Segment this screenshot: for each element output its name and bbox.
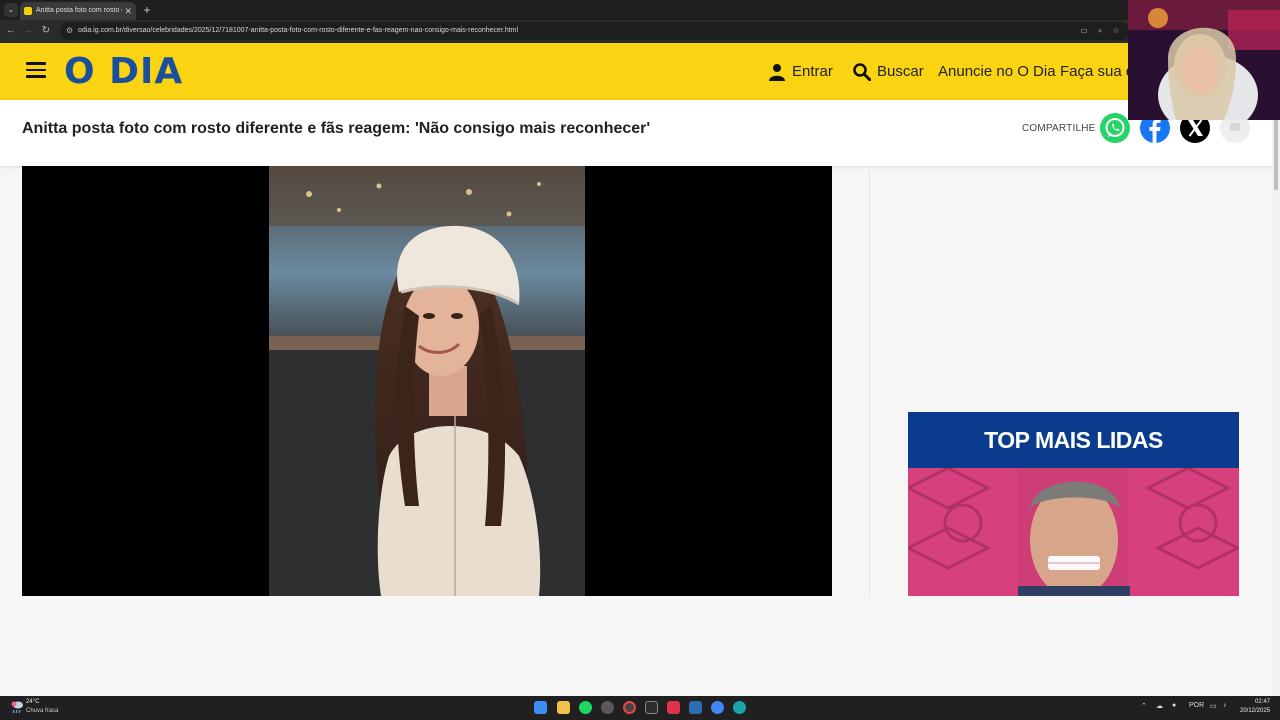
chrome-icon[interactable]: [711, 701, 724, 714]
site-info-icon[interactable]: ⚙: [66, 26, 76, 36]
login-link[interactable]: Entrar: [768, 43, 833, 100]
steam-icon[interactable]: [689, 701, 702, 714]
user-icon: [769, 64, 785, 82]
top-read-title: TOP MAIS LIDAS: [908, 412, 1239, 468]
share-label: COMPARTILHE: [1022, 123, 1096, 134]
app-arrow-icon[interactable]: [645, 701, 658, 714]
weather-temperature: 24°C: [26, 699, 40, 705]
tray-language[interactable]: POR: [1189, 702, 1204, 709]
share-whatsapp-button[interactable]: [1100, 113, 1130, 143]
whatsapp-icon: [1105, 118, 1125, 137]
reload-icon[interactable]: ↻: [39, 24, 53, 38]
article-main-image-container[interactable]: [22, 166, 832, 596]
site-favicon-icon: [24, 7, 32, 15]
article-photo[interactable]: [269, 166, 585, 596]
clock-time[interactable]: 02:47: [1255, 699, 1270, 705]
zoom-icon[interactable]: ⌕: [1095, 26, 1105, 36]
scrollbar-thumb[interactable]: [1274, 118, 1278, 190]
address-url[interactable]: odia.ig.com.br/diversao/celebridades/202…: [78, 22, 518, 40]
app-red-icon[interactable]: [667, 701, 680, 714]
advertise-link[interactable]: Anuncie no O Dia: [938, 43, 1056, 100]
new-tab-button[interactable]: +: [140, 2, 154, 18]
weather-rain-icon[interactable]: [10, 700, 24, 714]
spotify-icon[interactable]: [579, 701, 592, 714]
tray-overflow-icon[interactable]: ⌃: [1141, 702, 1147, 710]
menu-hamburger-icon[interactable]: [26, 62, 46, 78]
start-windows-icon[interactable]: [534, 701, 547, 714]
top-read-thumbnail[interactable]: [908, 466, 1239, 596]
tab-close-icon[interactable]: ✕: [124, 2, 132, 20]
site-logo[interactable]: O DIA: [64, 52, 183, 92]
tray-mic-icon[interactable]: ●: [1172, 702, 1176, 709]
webcam-overlay: [1128, 0, 1280, 120]
tray-volume-icon[interactable]: ♪: [1223, 702, 1227, 709]
search-icon: [853, 63, 871, 82]
clock-date[interactable]: 20/12/2025: [1240, 708, 1270, 714]
tab-title: Anitta posta foto com rosto dife: [36, 7, 122, 14]
windows-taskbar: 24°C Chuva fraca ⌃ ☁ ● POR ▭ ♪ 02:47 20/…: [0, 696, 1280, 720]
top-read-widget[interactable]: TOP MAIS LIDAS: [908, 412, 1239, 596]
login-label: Entrar: [792, 63, 833, 80]
browser-toolbar: ← → ↻ ⚙ odia.ig.com.br/diversao/celebrid…: [0, 20, 1280, 43]
tray-network-icon[interactable]: ▭: [1210, 702, 1217, 710]
address-bar[interactable]: ⚙ odia.ig.com.br/diversao/celebridades/2…: [60, 22, 1130, 40]
app-circle-icon[interactable]: [623, 701, 636, 714]
tab-list-button[interactable]: ⌄: [4, 3, 18, 17]
browser-tab-active[interactable]: Anitta posta foto com rosto dife ✕: [20, 2, 136, 20]
obs-icon[interactable]: [601, 701, 614, 714]
edge-icon[interactable]: [733, 701, 746, 714]
forward-arrow-icon[interactable]: →: [21, 24, 35, 38]
weather-description: Chuva fraca: [26, 708, 59, 714]
site-header: O DIA Entrar Buscar Anuncie no O Dia Faç…: [0, 43, 1280, 100]
file-explorer-icon[interactable]: [557, 701, 570, 714]
tray-cloud-icon[interactable]: ☁: [1156, 702, 1163, 710]
install-app-icon[interactable]: ▭: [1079, 26, 1089, 36]
browser-tab-bar: ⌄ Anitta posta foto com rosto dife ✕ +: [0, 0, 1280, 20]
content-divider: [869, 166, 870, 596]
back-arrow-icon[interactable]: ←: [4, 24, 18, 38]
search-label: Buscar: [877, 63, 924, 80]
search-link[interactable]: Buscar: [853, 43, 924, 100]
article-title: Anitta posta foto com rosto diferente e …: [22, 120, 651, 137]
bookmark-star-icon[interactable]: ☆: [1111, 26, 1121, 36]
article-title-bar: Anitta posta foto com rosto diferente e …: [0, 100, 1280, 166]
